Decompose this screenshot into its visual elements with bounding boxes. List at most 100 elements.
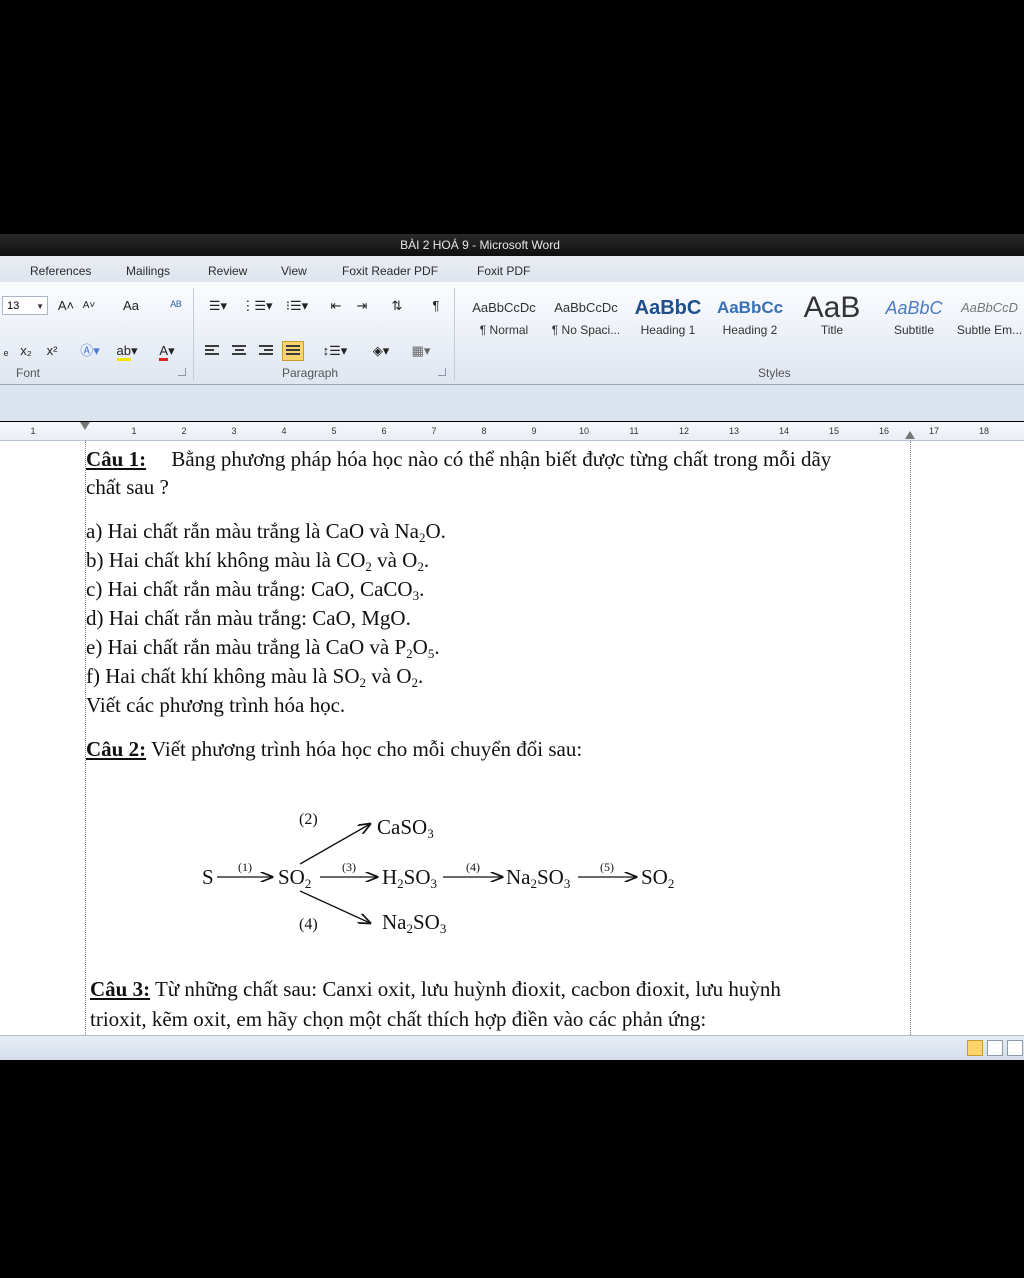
ruler-number: 6 [381, 426, 387, 436]
align-right-icon[interactable] [259, 345, 273, 357]
horizontal-ruler[interactable]: 1 1 2 3 4 5 6 7 8 9 10 11 12 13 14 15 16… [0, 422, 1024, 441]
font-size-select[interactable]: 13 ▼ [2, 296, 48, 315]
style-name: Heading 1 [640, 323, 696, 337]
ruler-number: 5 [331, 426, 337, 436]
font-color-icon[interactable]: A▾ [152, 341, 182, 361]
web-layout-view-icon[interactable] [1007, 1040, 1023, 1056]
tab-mailings[interactable]: Mailings [126, 256, 170, 282]
style-no-spacing[interactable]: AaBbCcDc ¶ No Spaci... [545, 292, 627, 344]
question-3-heading: Câu 3: Từ những chất sau: Canxi oxit, lư… [90, 977, 781, 1002]
style-sample: AaBbCc [716, 298, 784, 317]
align-left-icon[interactable] [205, 345, 219, 357]
species-h2so3: H2SO3 [382, 865, 438, 891]
shading-icon[interactable]: ◈▾ [364, 341, 398, 361]
group-separator [454, 288, 455, 380]
tab-foxit-reader-pdf[interactable]: Foxit Reader PDF [342, 256, 438, 282]
ruler-number: 3 [231, 426, 237, 436]
right-indent-marker[interactable] [905, 431, 915, 439]
numbering-icon[interactable]: ⋮☰▾ [240, 296, 274, 316]
style-name: Subtle Em... [956, 323, 1023, 337]
tab-review[interactable]: Review [208, 256, 247, 282]
print-layout-view-icon[interactable] [967, 1040, 983, 1056]
title-bar: BÀI 2 HOÁ 9 - Microsoft Word [0, 234, 1024, 256]
reaction-arrows [217, 441, 1024, 1035]
step-label-1: (1) [238, 860, 252, 874]
tab-view[interactable]: View [281, 256, 307, 282]
first-line-indent-marker[interactable] [80, 422, 90, 430]
step-label-5: (5) [600, 860, 614, 874]
borders-icon[interactable]: ▦▾ [404, 341, 438, 361]
shrink-font-button[interactable]: A˅ [80, 296, 98, 316]
style-name: Title [820, 323, 844, 337]
font-dialog-launcher-icon[interactable] [178, 368, 186, 376]
strikethrough-button[interactable]: ₑ [0, 341, 12, 361]
tab-foxit-pdf[interactable]: Foxit PDF [477, 256, 530, 282]
step-label-4-lower: (4) [299, 916, 318, 933]
paragraph-group-label: Paragraph [282, 366, 339, 380]
sort-icon[interactable]: ⇅ [386, 296, 408, 316]
font-group-label: Font [16, 366, 41, 380]
species-caso3: CaSO3 [377, 815, 434, 841]
style-title[interactable]: AaB Title [791, 292, 873, 344]
species-so2-final: SO2 [641, 865, 675, 891]
decrease-indent-icon[interactable]: ⇤ [326, 296, 346, 316]
question-3-text: Từ những chất sau: Canxi oxit, lưu huỳnh… [154, 977, 781, 1001]
style-sample: AaBbCcDc [554, 300, 618, 315]
word-window: BÀI 2 HOÁ 9 - Microsoft Word References … [0, 234, 1024, 1060]
style-subtitle[interactable]: AaBbC Subtitle [873, 292, 955, 344]
font-size-value: 13 [7, 300, 20, 312]
bullets-icon[interactable]: ☰▾ [202, 296, 234, 316]
clear-formatting-icon[interactable]: ᴬᴮ [164, 296, 188, 316]
style-name: Subtitle [893, 323, 935, 337]
style-heading-2[interactable]: AaBbCc Heading 2 [709, 292, 791, 344]
justify-button[interactable] [282, 341, 304, 361]
superscript-button[interactable]: x² [42, 341, 62, 361]
ruler-number: 2 [181, 426, 187, 436]
paragraph-dialog-launcher-icon[interactable] [438, 368, 446, 376]
multilevel-list-icon[interactable]: ⁝☰▾ [280, 296, 314, 316]
document-page[interactable]: Câu 1: Bằng phương pháp hóa học nào có t… [0, 441, 1024, 1035]
ruler-number: 18 [978, 426, 989, 436]
line-spacing-icon[interactable]: ↕☰▾ [320, 341, 350, 361]
step-label-2: (2) [299, 811, 318, 828]
step-label-3: (3) [342, 860, 356, 874]
show-formatting-button[interactable]: ¶ [426, 296, 446, 316]
ruler-number: 1 [131, 426, 137, 436]
grow-font-button[interactable]: A˄ [56, 296, 76, 316]
step-label-4: (4) [466, 860, 480, 874]
increase-indent-icon[interactable]: ⇥ [352, 296, 372, 316]
style-sample: AaBbCcDc [472, 300, 536, 315]
species-s: S [202, 865, 214, 889]
subscript-button[interactable]: x₂ [16, 341, 36, 361]
change-case-button[interactable]: Aa [116, 296, 146, 316]
align-center-icon[interactable] [232, 345, 246, 357]
ruler-number: 12 [678, 426, 689, 436]
style-sample: AaBbCcD [960, 300, 1019, 315]
ruler-number: 9 [531, 426, 537, 436]
style-name: ¶ No Spaci... [551, 323, 621, 337]
species-na2so3-lower: Na2SO3 [382, 910, 447, 936]
style-name: Heading 2 [722, 323, 778, 337]
window-title: BÀI 2 HOÁ 9 - Microsoft Word [400, 238, 560, 252]
reaction-scheme: S SO2 H2SO3 Na2SO3 SO2 CaSO3 Na2SO3 (1) … [0, 441, 1024, 1035]
style-name: ¶ Normal [479, 323, 529, 337]
style-subtle-emphasis[interactable]: AaBbCcD Subtle Em... [955, 292, 1024, 344]
style-heading-1[interactable]: AaBbC Heading 1 [627, 292, 709, 344]
chevron-down-icon: ▼ [36, 302, 44, 311]
ruler-number: 8 [481, 426, 487, 436]
ruler-background [0, 385, 1024, 421]
full-screen-reading-view-icon[interactable] [987, 1040, 1003, 1056]
style-sample: AaBbC [634, 297, 702, 319]
ruler-number: 10 [578, 426, 589, 436]
ruler-number: 13 [728, 426, 739, 436]
ruler-number: 17 [928, 426, 939, 436]
ruler-number: 16 [878, 426, 889, 436]
text-effects-icon[interactable]: Ⓐ▾ [78, 341, 102, 361]
style-normal[interactable]: AaBbCcDc ¶ Normal [463, 292, 545, 344]
ruler-number: 7 [431, 426, 437, 436]
arrow-2 [299, 824, 370, 865]
tab-references[interactable]: References [30, 256, 91, 282]
ribbon-tab-strip: References Mailings Review View Foxit Re… [0, 256, 1024, 283]
highlight-color-icon[interactable]: ab▾ [112, 341, 142, 361]
group-separator [193, 288, 194, 380]
